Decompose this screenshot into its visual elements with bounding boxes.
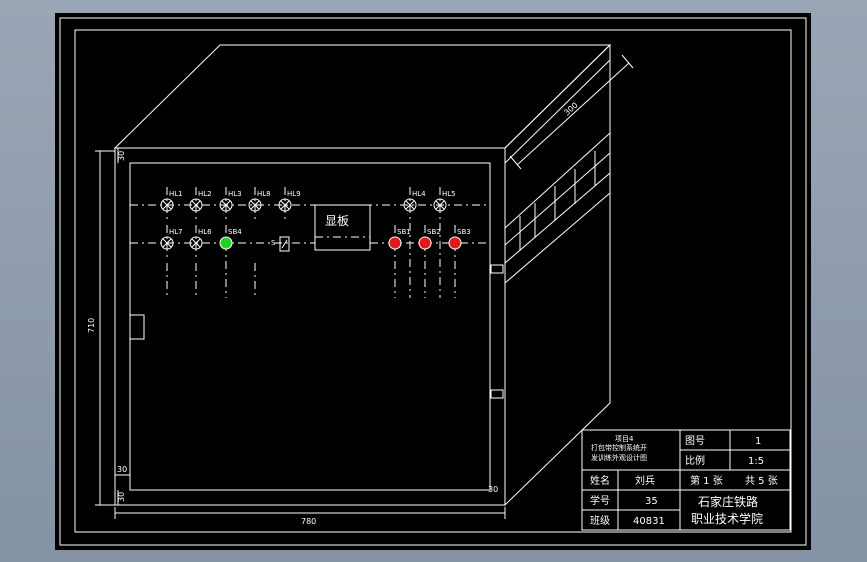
- name-value: 刘兵: [635, 474, 655, 487]
- sheet-total: 共 5 张: [745, 475, 778, 487]
- lamp-label: HL2: [198, 190, 212, 198]
- button-label: SB4: [228, 228, 242, 236]
- cabinet-front-inner: [129, 162, 491, 491]
- lamp-label: HL5: [442, 190, 456, 198]
- project-number: 项目4: [615, 435, 634, 443]
- bottom-margin-a-value: 30: [117, 465, 127, 474]
- width-value: 780: [301, 517, 316, 526]
- right-face-vent-grid: [504, 131, 611, 284]
- push-button-sb2: SB2: [418, 225, 441, 298]
- depth-dimension: 300: [509, 54, 634, 170]
- display-panel-label: 显板: [325, 214, 349, 228]
- switch-label: S: [271, 239, 276, 247]
- scale-value: 1:5: [748, 456, 764, 467]
- switch-blade: [281, 239, 288, 249]
- button-label: SB1: [397, 228, 411, 236]
- right-margin-value: 30: [488, 485, 498, 494]
- depth-value: 300: [562, 101, 579, 118]
- lamp-label: HL3: [228, 190, 242, 198]
- cabinet-drawing: 300 710 30 30 30 30 780 HL1 HL2 HL3 HL8 HL9 H…: [59, 17, 807, 546]
- drawing-no-label: 图号: [685, 435, 705, 447]
- top-margin-value: 30: [117, 151, 126, 161]
- button-label: SB2: [427, 228, 441, 236]
- lamp-label: HL8: [257, 190, 271, 198]
- school-name-line1: 石家庄铁路: [698, 494, 758, 509]
- project-title-line1: 打包带控制系统开: [591, 443, 647, 452]
- lamp-label: HL4: [412, 190, 426, 198]
- lamp-label: HL9: [287, 190, 301, 198]
- student-no-label: 学号: [590, 494, 610, 507]
- button-label: SB3: [457, 228, 471, 236]
- bottom-margin-dimension-b: 30: [117, 490, 126, 505]
- push-button-sb1: SB1: [388, 225, 411, 298]
- bottom-margin-b-value: 30: [117, 492, 126, 502]
- push-button-sb3: SB3: [448, 225, 471, 298]
- sheet-number: 第 1 张: [690, 474, 723, 487]
- height-dimension: 710: [87, 150, 115, 506]
- name-label: 姓名: [590, 474, 610, 487]
- drawing-no-value: 1: [755, 436, 761, 447]
- door-handle: [129, 314, 145, 340]
- top-margin-dimension: 30: [117, 148, 126, 163]
- lamp-label: HL6: [198, 228, 212, 236]
- component-layout: HL1 HL2 HL3 HL8 HL9 HL4 HL5 HL7 HL6 SB4 SB1 SB2 SB3: [130, 187, 490, 298]
- class-label: 班级: [590, 515, 610, 527]
- cabinet-right-face: [504, 43, 611, 507]
- push-button-sb4: SB4: [219, 225, 242, 298]
- width-dimension: 780: [114, 507, 506, 526]
- hinge-top: [490, 264, 504, 274]
- school-name-line2: 职业技术学院: [691, 511, 763, 526]
- bottom-margin-dimension-a: 30: [115, 465, 130, 476]
- hinge-bottom: [490, 389, 504, 399]
- drawing-sheet: 300 710 30 30 30 30 780 HL1 HL2 HL3 HL8 HL9 H…: [55, 13, 811, 550]
- height-value: 710: [87, 318, 96, 333]
- inner-border: [74, 29, 792, 533]
- scale-label: 比例: [685, 454, 705, 467]
- lamp-label: HL7: [169, 228, 183, 236]
- project-title-line2: 发训练外观设计图: [591, 453, 647, 462]
- lamp-label: HL1: [169, 190, 183, 198]
- right-margin-dimension: 30: [488, 485, 498, 494]
- cabinet-front-outer: [114, 147, 506, 506]
- class-value: 40831: [633, 516, 665, 527]
- student-no-value: 35: [645, 496, 658, 507]
